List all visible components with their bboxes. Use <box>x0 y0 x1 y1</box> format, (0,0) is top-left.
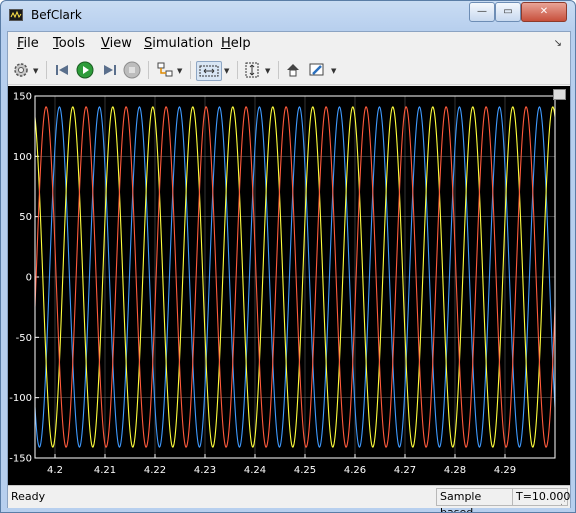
status-bar: Ready Sample based T=10.000 ⋰ <box>8 485 570 512</box>
x-tick-label: 4.27 <box>394 465 416 476</box>
run-icon[interactable] <box>76 61 94 79</box>
status-sample-mode: Sample based <box>436 488 516 512</box>
toolbar: ▼ ▼ ▼ ▼ ▼ <box>8 56 570 85</box>
x-tick-label: 4.24 <box>244 465 266 476</box>
scale-y-icon[interactable] <box>243 61 261 79</box>
close-button[interactable]: ✕ <box>521 2 567 22</box>
scope-app-icon <box>9 9 23 21</box>
y-tick-label: -50 <box>16 333 32 344</box>
y-tick-label: -100 <box>9 393 32 404</box>
step-back-icon[interactable] <box>54 61 72 79</box>
toolbar-separator <box>190 61 191 79</box>
x-tick-label: 4.29 <box>494 465 516 476</box>
x-tick-label: 4.28 <box>444 465 466 476</box>
y-tick-label: 100 <box>13 152 32 163</box>
menu-simulation[interactable]: Simulation <box>144 36 213 51</box>
status-ready: Ready <box>11 490 46 503</box>
menu-bar: File Tools View Simulation Help ↘ <box>8 32 570 56</box>
toolbar-separator <box>278 61 279 79</box>
y-tick-label: -150 <box>9 454 32 465</box>
title-bar[interactable]: BefClark — ▭ ✕ <box>1 1 575 31</box>
x-tick-label: 4.22 <box>144 465 166 476</box>
y-tick-label: 150 <box>13 92 32 103</box>
menu-help[interactable]: Help <box>221 36 251 51</box>
minimize-icon: — <box>477 6 487 17</box>
scope-window: BefClark — ▭ ✕ File Tools View Simulatio… <box>0 0 576 513</box>
zoom-dropdown-icon[interactable]: ▼ <box>224 67 229 75</box>
x-tick-label: 4.25 <box>294 465 316 476</box>
stop-icon[interactable] <box>123 61 141 79</box>
scope-axes[interactable]: 4.2 4.21 4.22 4.23 4.24 4.25 4.26 4.27 4.28 4.29 -… <box>8 86 570 485</box>
x-tick-label: 4.21 <box>94 465 116 476</box>
scope-client: File Tools View Simulation Help ↘ ▼ ▼ ▼ … <box>7 31 571 512</box>
y-tick-label: 0 <box>26 273 32 284</box>
zoom-x-icon[interactable] <box>196 61 222 81</box>
style-icon[interactable] <box>308 61 326 79</box>
resize-grip-icon[interactable]: ⋰ <box>560 497 569 507</box>
menu-file[interactable]: File <box>17 36 39 51</box>
maximize-button[interactable]: ▭ <box>495 2 521 22</box>
signal-select-icon[interactable] <box>156 61 174 79</box>
step-forward-icon[interactable] <box>100 61 118 79</box>
gear-icon[interactable] <box>12 61 30 79</box>
highlight-block-icon[interactable] <box>284 61 302 79</box>
toolbar-separator <box>148 61 149 79</box>
scale-dropdown-icon[interactable]: ▼ <box>265 67 270 75</box>
menu-view[interactable]: View <box>101 36 132 51</box>
y-tick-label: 50 <box>19 212 32 223</box>
undock-legend-icon[interactable] <box>553 89 566 100</box>
x-tick-label: 4.23 <box>194 465 216 476</box>
toolbar-separator <box>237 61 238 79</box>
window-title: BefClark <box>31 8 82 22</box>
maximize-icon: ▭ <box>503 6 513 17</box>
close-icon: ✕ <box>539 6 549 17</box>
scope-plot-panel: 4.2 4.21 4.22 4.23 4.24 4.25 4.26 4.27 4.28 4.29 -… <box>8 86 570 485</box>
menu-tools[interactable]: Tools <box>53 36 85 51</box>
x-tick-label: 4.2 <box>47 465 63 476</box>
style-dropdown-icon[interactable]: ▼ <box>331 67 336 75</box>
signal-select-dropdown-icon[interactable]: ▼ <box>177 67 182 75</box>
minimize-button[interactable]: — <box>469 2 495 22</box>
gear-dropdown-icon[interactable]: ▼ <box>33 67 38 75</box>
toolbar-separator <box>46 61 47 79</box>
x-tick-label: 4.26 <box>344 465 366 476</box>
menu-dock-icon[interactable]: ↘ <box>554 38 562 49</box>
